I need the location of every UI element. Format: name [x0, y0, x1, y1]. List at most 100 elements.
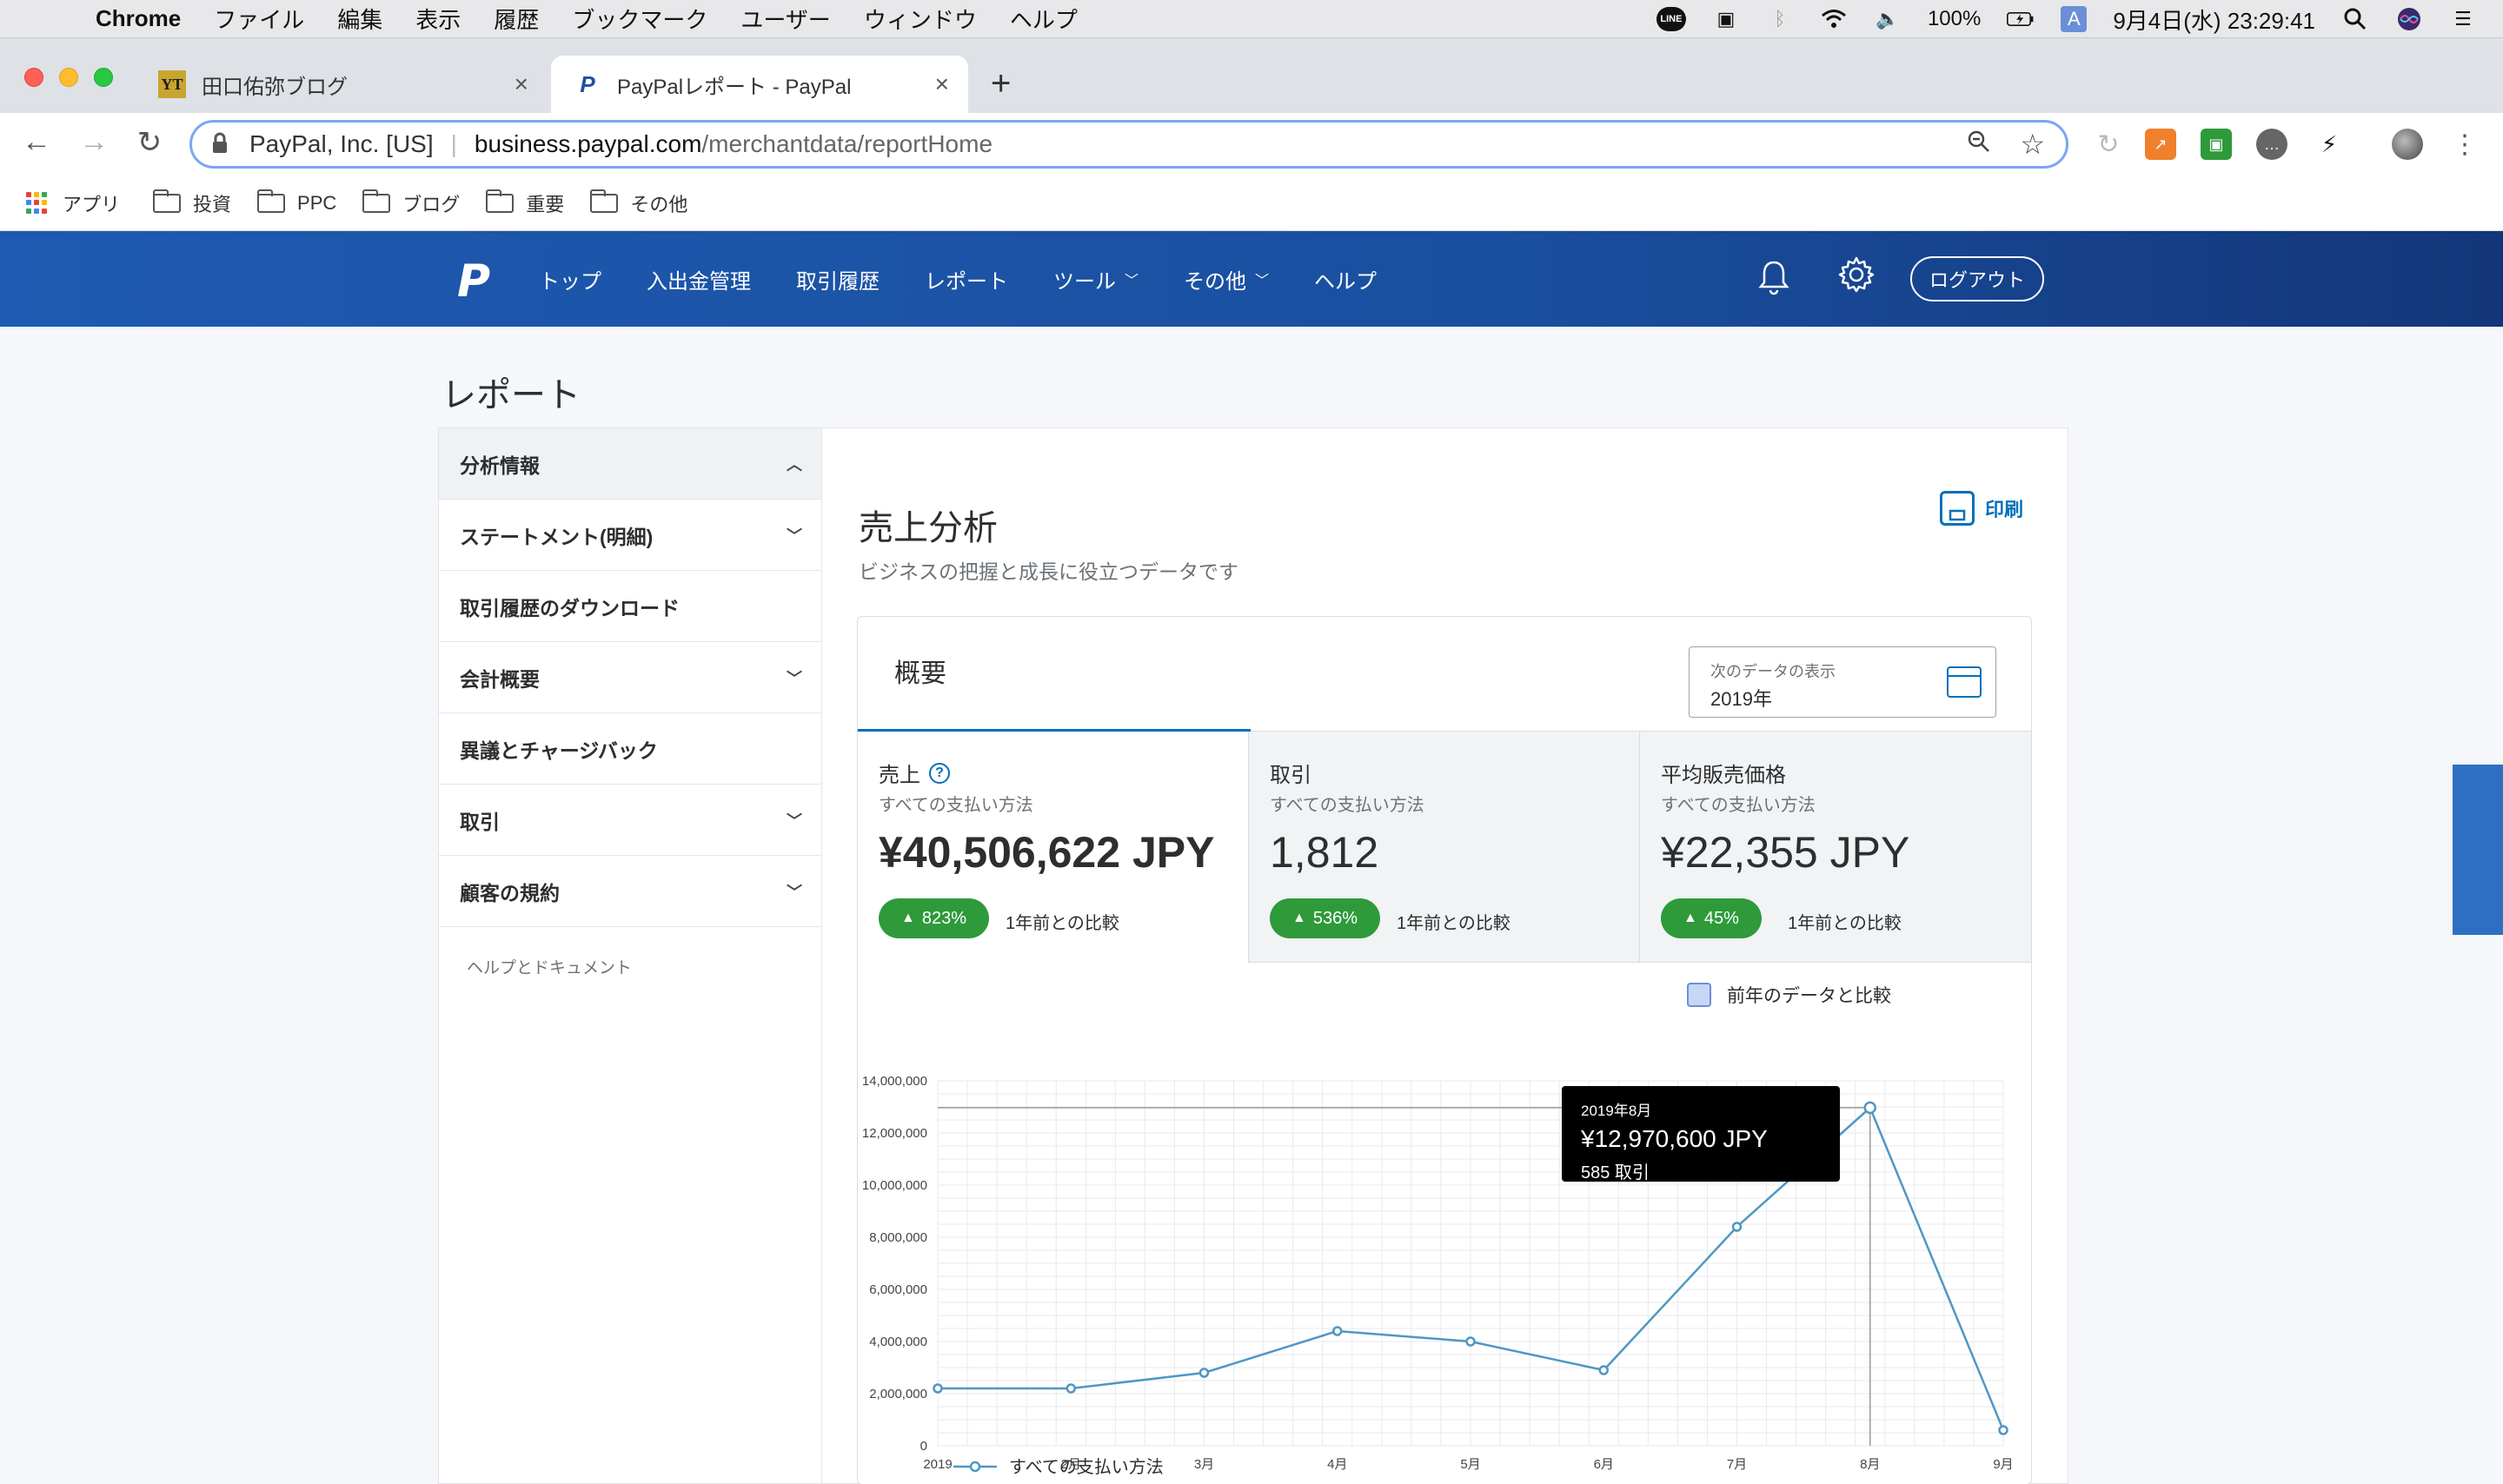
notification-center-icon[interactable]: ☰: [2449, 7, 2477, 31]
menu-help[interactable]: ヘルプ: [1010, 3, 1078, 35]
menu-file[interactable]: ファイル: [214, 3, 304, 35]
nav-tools[interactable]: ツール ﹀: [1053, 264, 1139, 295]
menu-edit[interactable]: 編集: [337, 3, 382, 35]
analytics-extension-icon[interactable]: ↗: [2145, 129, 2176, 160]
battery-icon[interactable]: [2007, 7, 2035, 31]
chevron-down-icon: ﹀: [1125, 274, 1139, 288]
bookmark-folder-ppc[interactable]: PPC: [257, 189, 336, 215]
paypal-favicon-icon: P: [580, 70, 595, 97]
lock-icon[interactable]: [211, 132, 232, 156]
bookmark-folder-other[interactable]: その他: [590, 189, 687, 217]
data-point: [1066, 1383, 1076, 1394]
menu-view[interactable]: 表示: [415, 3, 461, 35]
menu-bookmarks[interactable]: ブックマーク: [572, 3, 707, 35]
x-tick-label: 3月: [1194, 1457, 1214, 1472]
chevron-down-icon: ﹀: [1255, 274, 1270, 288]
menu-app-name[interactable]: Chrome: [96, 5, 181, 32]
kpi-compare: 1年前との比較: [1006, 914, 1119, 933]
robot-extension-icon[interactable]: ▣: [2201, 129, 2232, 160]
zoom-icon[interactable]: [1967, 129, 1991, 160]
siri-icon[interactable]: [2395, 7, 2423, 31]
chrome-menu-icon[interactable]: ⋮: [2449, 129, 2480, 160]
logout-button[interactable]: ログアウト: [1910, 256, 2044, 301]
tab-blog[interactable]: YT 田口佑弥ブログ ×: [148, 56, 548, 113]
tooltip-count: 585 取引: [1581, 1163, 1650, 1183]
bookmark-apps[interactable]: アプリ: [26, 189, 120, 217]
sidebar-item-label: 顧客の規約: [460, 881, 560, 904]
wifi-icon[interactable]: [1820, 7, 1848, 31]
chat-extension-icon[interactable]: …: [2256, 129, 2287, 160]
bookmark-folder-invest[interactable]: 投資: [153, 189, 231, 217]
close-window-button[interactable]: [24, 68, 43, 87]
sidebar-item-customer-agreements[interactable]: 顧客の規約 ﹀: [439, 856, 821, 927]
section-subtitle: ビジネスの把握と成長に役立つデータです: [859, 560, 1238, 583]
close-tab-icon[interactable]: ×: [935, 70, 949, 98]
nav-activity[interactable]: 取引履歴: [796, 264, 880, 295]
menu-window[interactable]: ウィンドウ: [864, 3, 977, 35]
nav-reports[interactable]: レポート: [925, 264, 1008, 295]
folder-icon: [153, 189, 182, 213]
kpi-average-price[interactable]: 平均販売価格 すべての支払い方法 ¥22,355 JPY ▲ 45% 1年前との比…: [1640, 732, 2031, 963]
profile-avatar[interactable]: [2392, 129, 2423, 160]
menu-history[interactable]: 履歴: [494, 3, 539, 35]
volume-icon[interactable]: 🔈: [1874, 7, 1902, 31]
y-tick-label: 6,000,000: [869, 1282, 927, 1297]
settings-gear-icon[interactable]: [1837, 255, 1876, 303]
bluetooth-icon[interactable]: ᛒ: [1766, 7, 1794, 31]
close-tab-icon[interactable]: ×: [515, 70, 528, 98]
nav-money[interactable]: 入出金管理: [647, 264, 751, 295]
input-method-icon[interactable]: A: [2061, 6, 2088, 32]
sidebar-item-activity-download[interactable]: 取引履歴のダウンロード: [439, 571, 821, 642]
notification-bell-icon[interactable]: [1757, 259, 1790, 304]
url-path: /merchantdata/reportHome: [701, 130, 993, 157]
minimize-window-button[interactable]: [59, 68, 78, 87]
lightning-extension-icon[interactable]: ⚡: [2314, 129, 2345, 160]
apps-grid-icon: [26, 191, 49, 215]
sidebar-item-accounting[interactable]: 会計概要 ﹀: [439, 642, 821, 713]
sidebar-item-label: 取引: [460, 810, 500, 833]
sidebar-item-disputes[interactable]: 異議とチャージバック: [439, 713, 821, 785]
sidebar-item-statements[interactable]: ステートメント(明細) ﹀: [439, 500, 821, 571]
bookmark-folder-important[interactable]: 重要: [486, 189, 564, 217]
sales-analysis-panel: 売上分析 ビジネスの把握と成長に役立つデータです 印刷 概要 次のデータの表示 …: [822, 427, 2068, 1484]
x-tick-label: 4月: [1327, 1457, 1347, 1472]
kpi-transactions[interactable]: 取引 すべての支払い方法 1,812 ▲ 536% 1年前との比較: [1249, 732, 1640, 963]
feedback-tab[interactable]: [2453, 765, 2503, 935]
print-label: 印刷: [1985, 499, 2024, 520]
bookmark-folder-blog[interactable]: ブログ: [362, 189, 460, 217]
compare-previous-year-checkbox[interactable]: 前年のデータと比較: [1687, 982, 1891, 1008]
tab-overview[interactable]: 概要: [894, 652, 946, 690]
menubar-clock[interactable]: 9月4日(水) 23:29:41: [2113, 3, 2315, 36]
y-tick-label: 10,000,000: [862, 1178, 927, 1193]
reload-icon[interactable]: ↻: [130, 125, 169, 160]
tab-title: PayPalレポート - PayPal: [617, 75, 852, 99]
nav-more[interactable]: その他 ﹀: [1184, 264, 1269, 295]
spotlight-search-icon[interactable]: [2341, 7, 2369, 31]
screen-icon[interactable]: ▣: [1712, 7, 1740, 31]
help-docs-link[interactable]: ヘルプとドキュメント: [439, 927, 821, 978]
bookmark-star-icon[interactable]: ☆: [2020, 128, 2045, 161]
new-tab-button[interactable]: +: [991, 64, 1011, 103]
back-arrow-icon[interactable]: ←: [17, 125, 56, 159]
line-status-icon[interactable]: LINE: [1656, 7, 1686, 31]
nav-top[interactable]: トップ: [539, 264, 601, 295]
sidebar-item-insights[interactable]: 分析情報 ︿: [439, 428, 821, 500]
print-button[interactable]: 印刷: [1940, 491, 2023, 526]
folder-icon: [486, 189, 515, 213]
address-bar[interactable]: PayPal, Inc. [US] | business.paypal.com …: [189, 120, 2068, 169]
bookmark-label: 重要: [526, 193, 565, 215]
paypal-logo[interactable]: P: [457, 255, 490, 308]
calendar-icon: [1947, 666, 1982, 698]
date-range-selector[interactable]: 次のデータの表示 2019年: [1689, 646, 1996, 718]
kpi-label: 売上?: [879, 758, 950, 788]
help-question-icon[interactable]: ?: [929, 762, 950, 784]
sync-extension-icon[interactable]: ↻: [2093, 129, 2124, 160]
y-tick-label: 2,000,000: [869, 1387, 927, 1401]
nav-help[interactable]: ヘルプ: [1314, 264, 1377, 295]
sidebar-item-transactions[interactable]: 取引 ﹀: [439, 785, 821, 856]
kpi-sales[interactable]: 売上? すべての支払い方法 ¥40,506,622 JPY ▲ 823% 1年前と…: [858, 732, 1249, 963]
zoom-window-button[interactable]: [94, 68, 113, 87]
tab-paypal[interactable]: P PayPalレポート - PayPal ×: [551, 56, 968, 113]
menu-people[interactable]: ユーザー: [740, 3, 830, 35]
forward-arrow-icon[interactable]: →: [75, 125, 113, 159]
